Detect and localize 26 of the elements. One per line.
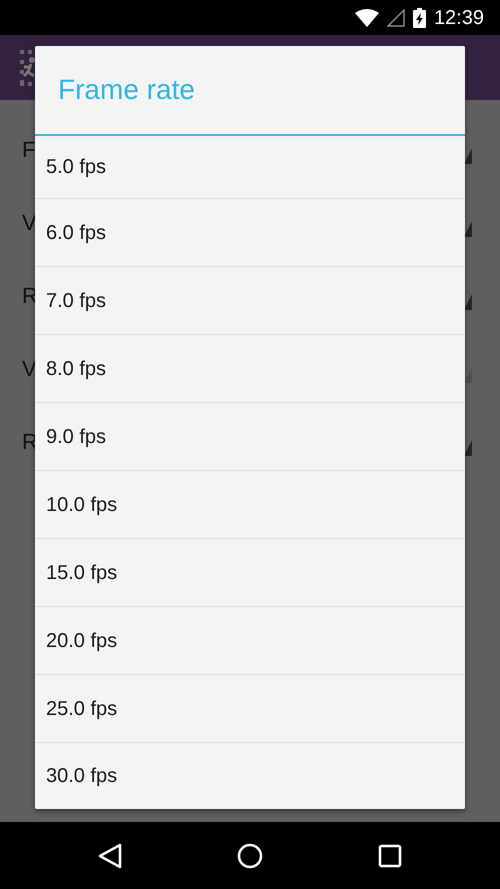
battery-charging-icon — [412, 8, 426, 28]
option-item[interactable]: 10.0 fps — [35, 471, 465, 539]
dropdown-arrow-icon[interactable] — [464, 440, 472, 456]
setting-label: V — [22, 212, 37, 234]
back-icon[interactable] — [98, 842, 122, 868]
dialog-title: Frame rate — [57, 73, 196, 108]
option-item[interactable]: 9.0 fps — [35, 403, 465, 471]
dropdown-arrow-icon[interactable] — [464, 148, 472, 164]
dropdown-arrow-icon[interactable] — [464, 220, 472, 236]
option-item[interactable]: 25.0 fps — [35, 675, 465, 743]
wifi-icon — [354, 8, 379, 26]
cellular-signal-icon — [386, 8, 405, 26]
option-item[interactable]: 5.0 fps — [35, 136, 465, 199]
app-logo-icon — [20, 50, 35, 86]
dropdown-arrow-icon[interactable] — [464, 294, 472, 310]
home-icon[interactable] — [237, 842, 263, 868]
option-item[interactable]: 7.0 fps — [35, 267, 465, 335]
status-time: 12:39 — [434, 6, 484, 30]
option-item[interactable]: 20.0 fps — [35, 607, 465, 675]
setting-label: V — [22, 358, 37, 380]
setting-label: F — [22, 138, 36, 160]
option-item[interactable]: 8.0 fps — [35, 335, 465, 403]
option-item[interactable]: 30.0 fps — [35, 743, 465, 809]
option-item[interactable]: 6.0 fps — [35, 199, 465, 267]
recents-icon[interactable] — [378, 844, 402, 868]
option-item[interactable]: 15.0 fps — [35, 539, 465, 607]
